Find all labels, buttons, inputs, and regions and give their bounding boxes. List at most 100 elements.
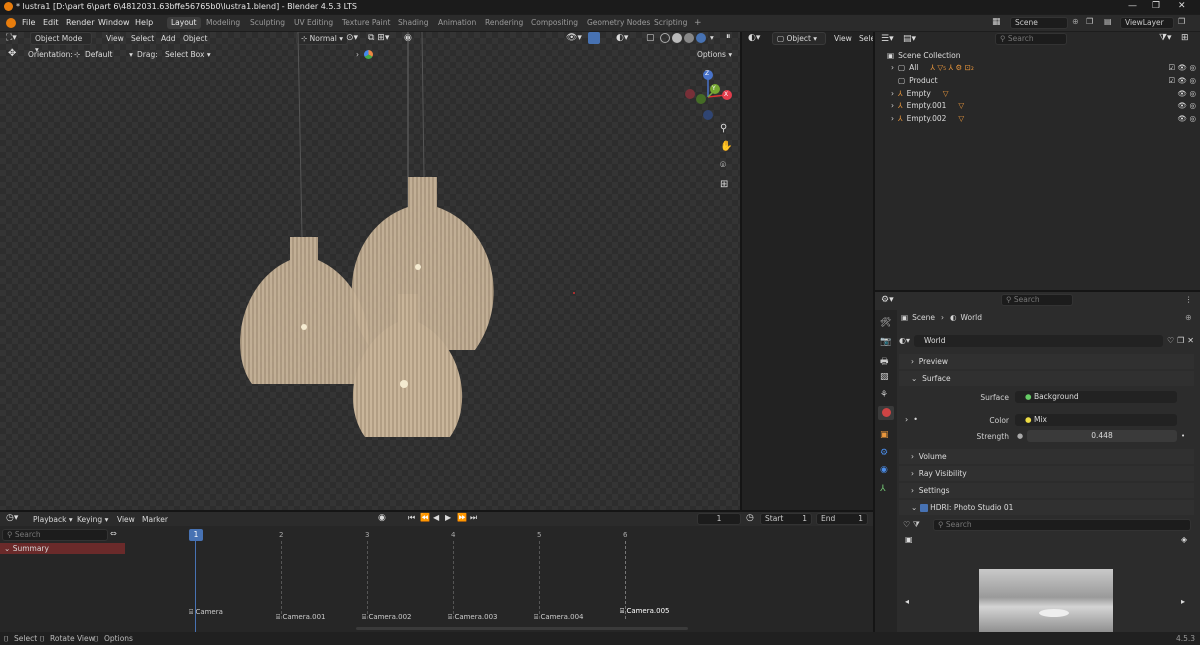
new-viewlayer-icon[interactable]: ❐: [1178, 17, 1185, 26]
color-input-field[interactable]: ● Mix: [1015, 414, 1177, 426]
panel-preview[interactable]: › Preview: [899, 354, 1194, 369]
menu-view[interactable]: View: [834, 34, 852, 43]
prev-keyframe-icon[interactable]: ⏪: [420, 513, 430, 522]
list-item[interactable]: › ⅄ Empty ▽ 👁 ◎: [891, 87, 1196, 100]
tab-texture-paint[interactable]: Texture Paint: [338, 17, 394, 29]
zoom-icon[interactable]: ⚲: [720, 123, 727, 134]
modifiers-tab-icon[interactable]: ⚙: [880, 448, 888, 458]
expand-arrow-icon[interactable]: ›: [891, 101, 894, 110]
duplicate-icon[interactable]: ❐: [1177, 336, 1184, 345]
pin-icon[interactable]: ⊕: [1185, 313, 1192, 322]
previous-hdri-icon[interactable]: ◂: [905, 597, 909, 606]
expand-arrow-icon[interactable]: › •: [905, 415, 918, 424]
world-tab-icon[interactable]: [878, 406, 894, 420]
panel-ray-visibility[interactable]: › Ray Visibility: [899, 466, 1194, 481]
world-name-field[interactable]: World: [914, 334, 1163, 347]
scene-tab-icon[interactable]: ⚘: [880, 390, 888, 400]
camera-view-icon[interactable]: ⌾: [720, 160, 726, 171]
menu-render[interactable]: Render: [66, 18, 94, 27]
expand-arrow-icon[interactable]: ›: [891, 114, 894, 123]
surface-shader-field[interactable]: ● Background: [1015, 391, 1177, 403]
maximize-icon[interactable]: ❐: [1152, 1, 1160, 11]
object-visibility-icons[interactable]: 👁 ◎: [1178, 101, 1196, 110]
hdri-search-input[interactable]: ⚲ Search: [933, 519, 1191, 531]
scene-selector[interactable]: Scene: [1010, 17, 1068, 29]
editor-type-icon[interactable]: ☰▾: [881, 34, 894, 44]
camera-marker[interactable]: ⌸ Camera.001: [276, 613, 326, 622]
camera-marker-selected[interactable]: ⌸ Camera.005: [620, 607, 670, 616]
panel-surface[interactable]: ⌄ Surface: [899, 371, 1194, 386]
properties-search-input[interactable]: ⚲ Search: [1001, 294, 1073, 306]
save-icon[interactable]: ▣: [905, 535, 913, 544]
3d-viewport[interactable]: ⛶▾ Object Mode ▾ View Select Add Object …: [0, 32, 740, 510]
next-hdri-icon[interactable]: ▸: [1181, 597, 1185, 606]
breadcrumb-scene[interactable]: Scene: [912, 313, 935, 322]
object-visibility-icons[interactable]: 👁 ◎: [1178, 114, 1196, 123]
tab-uv-editing[interactable]: UV Editing: [290, 17, 337, 29]
add-workspace-button[interactable]: +: [690, 17, 706, 29]
tab-shading[interactable]: Shading: [394, 17, 432, 29]
hdri-thumbnail[interactable]: [979, 569, 1113, 632]
favorite-heart-icon[interactable]: ♡ ⧩: [903, 520, 920, 530]
expand-arrow-icon[interactable]: ›: [891, 89, 894, 98]
secondary-viewport[interactable]: ◐▾ ▢ Object ▾ View Sele: [742, 32, 875, 510]
perspective-grid-icon[interactable]: ⊞: [720, 179, 728, 190]
output-tab-icon[interactable]: 🖶: [880, 354, 889, 370]
panel-settings[interactable]: › Settings: [899, 483, 1194, 498]
timeline-search-input[interactable]: ⚲ Search: [2, 529, 108, 541]
tab-modeling[interactable]: Modeling: [202, 17, 244, 29]
gizmo-x-label[interactable]: X: [724, 91, 728, 98]
editor-type-icon[interactable]: ⚙▾: [881, 295, 894, 305]
filter-icon[interactable]: ⧩▾: [1159, 33, 1172, 43]
hdri-enable-checkbox[interactable]: [919, 504, 928, 512]
collection-visibility-icons[interactable]: ☑ 👁 ◎: [1168, 76, 1196, 85]
camera-marker[interactable]: ⌸ Camera.002: [362, 613, 412, 622]
next-keyframe-icon[interactable]: ⏩: [457, 513, 467, 522]
camera-marker[interactable]: ⌸ Camera: [189, 608, 223, 617]
list-item[interactable]: ▣ Scene Collection: [887, 49, 960, 62]
tab-rendering[interactable]: Rendering: [481, 17, 527, 29]
record-icon[interactable]: ◉: [378, 513, 386, 523]
pan-hand-icon[interactable]: ✋: [720, 141, 732, 152]
list-item[interactable]: › ▢ Product ☑ 👁 ◎: [891, 74, 1196, 87]
playhead-line[interactable]: [195, 541, 196, 632]
list-item[interactable]: › ⅄ Empty.001 ▽ 👁 ◎: [891, 99, 1196, 112]
panel-volume[interactable]: › Volume: [899, 449, 1194, 464]
jump-end-icon[interactable]: ⏭: [470, 513, 477, 523]
tab-animation[interactable]: Animation: [434, 17, 480, 29]
menu-playback[interactable]: Playback ▾: [33, 515, 73, 524]
object-tab-icon[interactable]: ▣: [880, 430, 889, 440]
menu-help[interactable]: Help: [135, 18, 153, 27]
mode-selector[interactable]: ▢ Object ▾: [772, 32, 826, 45]
play-reverse-icon[interactable]: ◀: [433, 513, 439, 522]
display-mode-icon[interactable]: ▤▾: [903, 34, 916, 44]
camera-marker[interactable]: ⌸ Camera.003: [448, 613, 498, 622]
gizmo-y-label[interactable]: Y: [712, 85, 716, 92]
menu-keying[interactable]: Keying ▾: [77, 515, 108, 524]
tool-tab-icon[interactable]: 🛠: [880, 318, 891, 328]
tab-geometry-nodes[interactable]: Geometry Nodes: [583, 17, 654, 29]
fake-user-icon[interactable]: ♡: [1167, 336, 1174, 345]
strength-field[interactable]: 0.448: [1027, 430, 1177, 442]
camera-marker[interactable]: ⌸ Camera.004: [534, 613, 584, 622]
close-icon[interactable]: ✕: [1178, 1, 1186, 11]
blender-menu-icon[interactable]: [6, 18, 16, 28]
editor-type-icon[interactable]: ◷▾: [6, 513, 18, 523]
gizmo-z-label[interactable]: Z: [705, 70, 709, 77]
new-collection-icon[interactable]: ⊞: [1181, 33, 1189, 43]
list-item[interactable]: › ⅄ Empty.002 ▽ 👁 ◎: [891, 112, 1196, 125]
swap-icon[interactable]: ⇔: [110, 529, 117, 538]
collection-visibility-icons[interactable]: ☑ 👁 ◎: [1168, 63, 1196, 72]
constraints-tab-icon[interactable]: ⅄: [880, 484, 886, 494]
expand-arrow-icon[interactable]: ›: [891, 63, 894, 72]
keyframe-dot-icon[interactable]: •: [1181, 432, 1185, 440]
menu-edit[interactable]: Edit: [43, 18, 59, 27]
unlink-icon[interactable]: ✕: [1187, 336, 1194, 345]
new-scene-icon[interactable]: ❐: [1086, 17, 1093, 26]
list-item[interactable]: › ▢ All ⅄ ▽₅ ⅄ ⚙ ⊡₂ ☑ 👁 ◎: [891, 61, 1196, 74]
options-icon[interactable]: ⋮: [1185, 295, 1193, 304]
tab-scripting[interactable]: Scripting: [650, 17, 691, 29]
current-frame-field[interactable]: 1: [697, 513, 741, 525]
menu-marker[interactable]: Marker: [142, 515, 168, 524]
play-icon[interactable]: ▶: [445, 513, 451, 522]
